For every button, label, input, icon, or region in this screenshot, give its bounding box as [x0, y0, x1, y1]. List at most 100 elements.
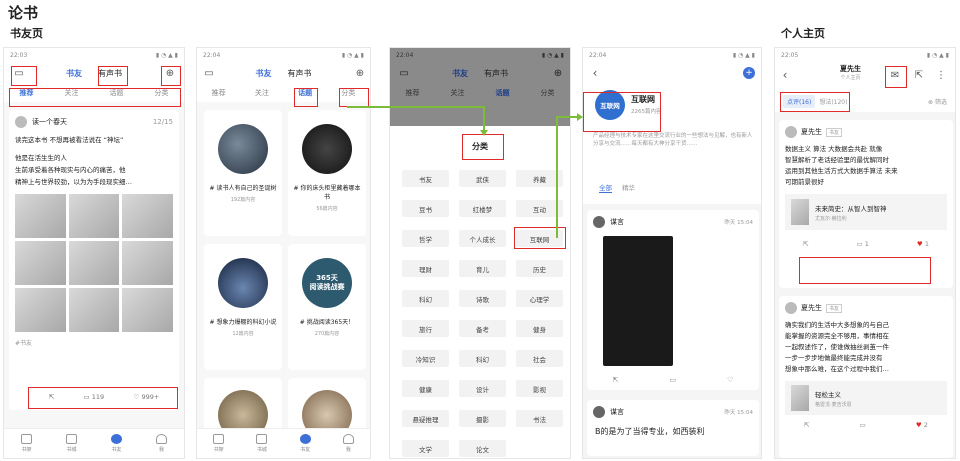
nav-friends[interactable]: 书友	[94, 429, 139, 458]
topic-card[interactable]: # 读书人有自己的圣诞树 192篇内容	[204, 110, 282, 236]
post-user[interactable]: 读一个春天	[32, 117, 67, 127]
category-button[interactable]: 心理学	[516, 290, 563, 307]
nav-bookshelf[interactable]: 书架	[197, 429, 240, 458]
category-button[interactable]: 健身	[516, 320, 563, 337]
category-button[interactable]: 诗歌	[459, 290, 506, 307]
tab-book-friend[interactable]: 书友	[66, 68, 82, 79]
post-user[interactable]: 夏先生	[801, 127, 822, 137]
avatar[interactable]	[593, 406, 605, 418]
category-button[interactable]: 论文	[459, 440, 506, 457]
share-icon[interactable]: ⇱	[804, 421, 809, 429]
tab-category[interactable]: 分类	[525, 88, 570, 98]
like-button[interactable]: ♥ 2	[916, 421, 928, 429]
category-button[interactable]: 个人成长	[459, 230, 506, 247]
back-icon[interactable]: ‹	[589, 66, 601, 80]
category-button[interactable]: 社会	[516, 350, 563, 367]
photo[interactable]	[68, 194, 120, 238]
category-button[interactable]: 影视	[516, 380, 563, 397]
category-button[interactable]: 设计	[459, 380, 506, 397]
post-tag[interactable]: #书友	[9, 338, 179, 347]
topic-card[interactable]: # 想象力爆棚的科幻小说 12篇内容	[204, 244, 282, 370]
post-card[interactable]: 读一个春天 12/15 读完这本书 不想再被看法说在 “神坛” 他是在活生生的人…	[9, 110, 179, 410]
like-button[interactable]: ♥ 1	[917, 240, 929, 248]
group-post[interactable]: 谋言 昨天 15:04 B的是为了当得专业，如西装利	[587, 400, 759, 456]
topic-card[interactable]: # 你的床头柜里藏着哪本书 56篇内容	[288, 110, 366, 236]
comment-icon[interactable]: ▭	[669, 376, 676, 384]
topic-card[interactable]: 365天 阅读挑战赛 # 挑战阅读365天！ 270篇内容	[288, 244, 366, 370]
photo[interactable]	[68, 288, 120, 332]
category-button[interactable]: 书法	[516, 410, 563, 427]
post-user[interactable]: 夏先生	[801, 303, 822, 313]
share-icon[interactable]: ⇱	[913, 69, 925, 81]
category-button[interactable]: 育儿	[459, 260, 506, 277]
category-button[interactable]: 历史	[516, 260, 563, 277]
photo[interactable]	[122, 194, 173, 238]
filter-button[interactable]: ⊗ 筛选	[928, 97, 947, 106]
add-icon[interactable]: +	[743, 67, 755, 79]
message-icon[interactable]: ▭	[398, 67, 410, 79]
category-button[interactable]: 书友	[402, 170, 449, 187]
category-button[interactable]: 健康	[402, 380, 449, 397]
book-card[interactable]: 未来简史：从智人到智神 尤瓦尔·赫拉利	[785, 194, 947, 230]
avatar[interactable]	[593, 216, 605, 228]
tab-topic[interactable]: 话题	[480, 88, 525, 98]
avatar[interactable]	[15, 116, 27, 128]
review-card[interactable]: 夏先生 书友 确实我们的生活中大多想象的与自己 能掌握的资源完全不够用，事情相在…	[779, 296, 953, 458]
highlight-box	[28, 387, 178, 409]
tab-follow[interactable]: 关注	[435, 88, 480, 98]
photo[interactable]	[122, 288, 173, 332]
nav-friends[interactable]: 书友	[284, 429, 327, 458]
category-button[interactable]: 理财	[402, 260, 449, 277]
photo[interactable]	[122, 241, 173, 285]
category-button[interactable]: 武侠	[459, 170, 506, 187]
avatar[interactable]	[785, 302, 797, 314]
tab-book-friend[interactable]: 书友	[256, 68, 272, 79]
category-button[interactable]: 悬疑推理	[402, 410, 449, 427]
comment-icon[interactable]: ▭	[860, 421, 866, 429]
category-button[interactable]: 科幻	[459, 350, 506, 367]
comment-button[interactable]: ▭ 1	[857, 240, 869, 248]
tab-book-friend[interactable]: 书友	[452, 68, 468, 79]
post-user[interactable]: 谋言	[610, 407, 624, 417]
group-post[interactable]: 谋言 昨天 15:04 ⇱ ▭ ♡	[587, 210, 759, 390]
nav-label: 书城	[256, 447, 267, 453]
nav-me[interactable]: 我	[327, 429, 370, 458]
nav-bookstore[interactable]: 书城	[49, 429, 94, 458]
status-time: 22:04	[203, 51, 221, 59]
nav-bookshelf[interactable]: 书架	[4, 429, 49, 458]
category-button[interactable]: 备考	[459, 320, 506, 337]
photo[interactable]	[15, 241, 66, 285]
category-button[interactable]: 哲学	[402, 230, 449, 247]
tab-all[interactable]: 全部	[599, 182, 612, 193]
book-card[interactable]: 轻松主义 格雷戈·麦吉沃恩	[785, 381, 947, 415]
tab-audio-book[interactable]: 有声书	[484, 68, 508, 79]
tab-recommend[interactable]: 推荐	[197, 88, 240, 98]
category-button[interactable]: 摄影	[459, 410, 506, 427]
add-icon[interactable]: ⊕	[354, 67, 366, 79]
category-button[interactable]: 冷知识	[402, 350, 449, 367]
category-button[interactable]: 豆书	[402, 200, 449, 217]
tab-recommend[interactable]: 推荐	[390, 88, 435, 98]
message-icon[interactable]: ▭	[203, 67, 215, 79]
photo[interactable]	[68, 241, 120, 285]
post-user[interactable]: 谋言	[610, 217, 624, 227]
nav-bookstore[interactable]: 书城	[240, 429, 283, 458]
tab-follow[interactable]: 关注	[240, 88, 283, 98]
category-button[interactable]: 旅行	[402, 320, 449, 337]
photo[interactable]	[15, 288, 66, 332]
post-image[interactable]	[603, 236, 673, 366]
avatar[interactable]	[785, 126, 797, 138]
share-icon[interactable]: ⇱	[803, 240, 808, 248]
add-icon[interactable]: ⊕	[552, 67, 564, 79]
tab-audio-book[interactable]: 有声书	[288, 68, 312, 79]
category-button[interactable]: 文学	[402, 440, 449, 457]
more-icon[interactable]: ⋮	[935, 69, 947, 81]
share-icon[interactable]: ⇱	[613, 376, 619, 384]
photo[interactable]	[15, 194, 66, 238]
tab-essence[interactable]: 精华	[622, 182, 635, 193]
like-icon[interactable]: ♡	[727, 376, 733, 384]
nav-me[interactable]: 我	[139, 429, 184, 458]
back-icon[interactable]: ‹	[779, 68, 791, 82]
category-button[interactable]: 红楼梦	[459, 200, 506, 217]
category-button[interactable]: 科幻	[402, 290, 449, 307]
